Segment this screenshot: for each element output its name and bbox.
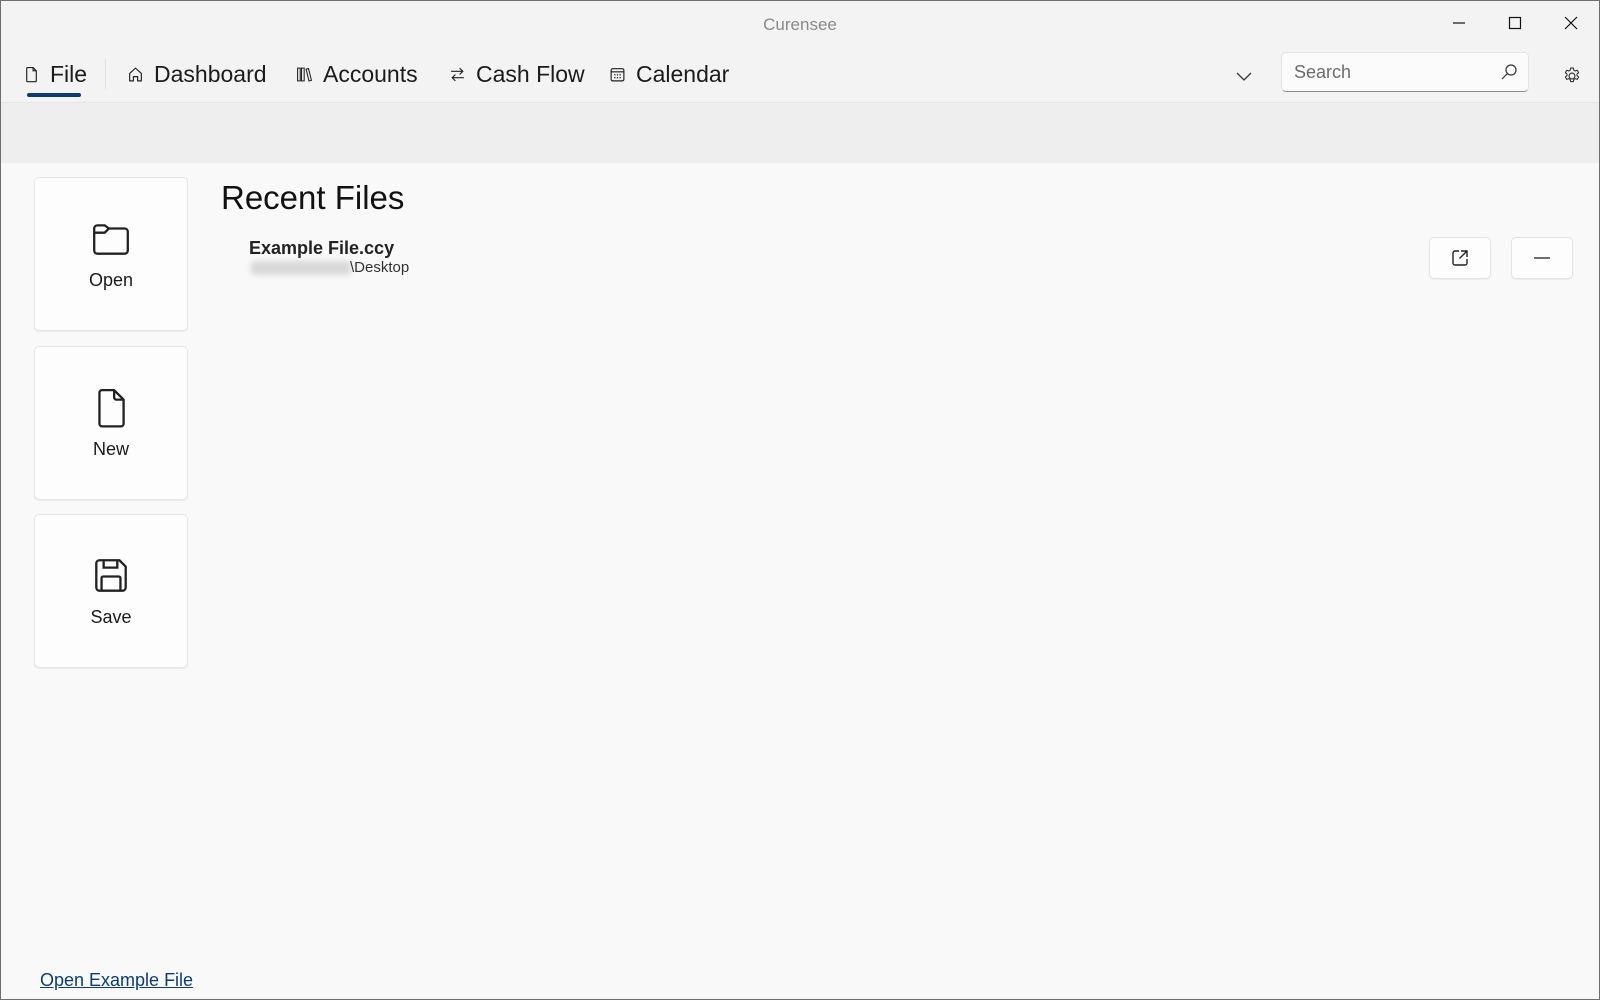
tab-accounts-label: Accounts — [323, 60, 418, 87]
open-file-label: Open — [88, 269, 134, 290]
remove-recent-file-button[interactable] — [1511, 237, 1573, 279]
recent-files-heading: Recent Files — [221, 179, 405, 216]
tab-calendar-label: Calendar — [636, 60, 730, 87]
document-icon — [26, 66, 37, 82]
new-file-label: New — [92, 438, 129, 459]
recent-file-path: \Desktop — [350, 259, 410, 276]
tab-dashboard-label: Dashboard — [154, 60, 267, 87]
arrows-swap-icon — [451, 67, 464, 81]
search-input[interactable] — [1294, 53, 1484, 91]
nav-overflow-button[interactable] — [1227, 61, 1261, 91]
tab-dashboard[interactable]: Dashboard — [127, 49, 267, 99]
library-icon — [297, 67, 313, 82]
folder-icon — [93, 223, 129, 255]
maximize-icon — [1508, 16, 1522, 30]
tab-cash-flow-label: Cash Flow — [476, 60, 585, 87]
maximize-button[interactable] — [1487, 1, 1543, 45]
open-external-icon — [1452, 250, 1468, 266]
title-bar: Curensee — [1, 1, 1599, 49]
app-title: Curensee — [763, 15, 837, 34]
remove-icon — [1534, 257, 1550, 259]
tab-accounts[interactable]: Accounts — [296, 49, 418, 99]
search-icon[interactable] — [1500, 63, 1518, 81]
search-box — [1281, 52, 1529, 92]
top-navigation: File Dashboard Accounts Cash Flow Calend… — [1, 49, 1599, 103]
tab-file-label: File — [50, 60, 88, 87]
app-window: Curensee File Dashboard Accounts Cash Fl… — [0, 0, 1600, 1000]
minimize-button[interactable] — [1431, 1, 1487, 45]
close-button[interactable] — [1543, 1, 1599, 45]
close-icon — [1564, 16, 1578, 30]
tab-calendar[interactable]: Calendar — [609, 49, 729, 99]
recent-file-name: Example File.ccy — [249, 238, 395, 258]
new-document-icon — [98, 388, 125, 428]
chevron-down-icon — [1236, 72, 1252, 81]
minimize-icon — [1453, 22, 1465, 24]
tab-cash-flow[interactable]: Cash Flow — [449, 49, 585, 99]
save-file-button[interactable]: Save — [34, 514, 188, 668]
gear-icon — [1564, 67, 1580, 83]
command-bar-area — [1, 103, 1599, 163]
nav-divider — [105, 59, 106, 89]
selected-tab-indicator — [27, 93, 81, 97]
home-icon — [129, 67, 142, 81]
open-recent-file-button[interactable] — [1429, 237, 1491, 279]
calendar-icon — [610, 67, 625, 81]
open-example-file-link[interactable]: Open Example File — [40, 970, 193, 991]
redacted-path — [251, 261, 351, 275]
save-icon — [95, 558, 127, 592]
settings-button[interactable] — [1555, 59, 1589, 93]
open-file-button[interactable]: Open — [34, 177, 188, 331]
save-file-label: Save — [90, 606, 132, 627]
new-file-button[interactable]: New — [34, 346, 188, 500]
tab-file[interactable]: File — [23, 49, 87, 99]
recent-file-item[interactable]: Example File.ccy \Desktop — [223, 231, 1573, 283]
